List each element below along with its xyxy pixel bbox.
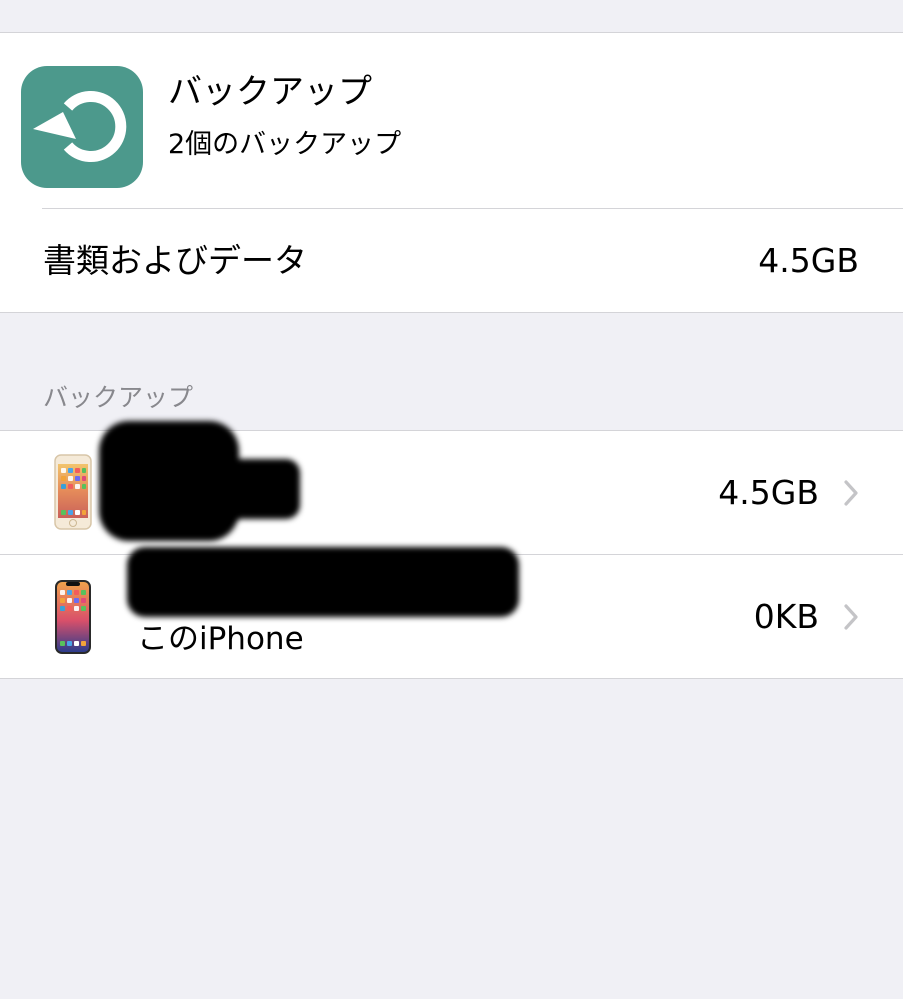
documents-data-label: 書類およびデータ (43, 241, 307, 280)
backup-count: 2個のバックアップ (168, 129, 402, 160)
chevron-right-icon (844, 604, 858, 630)
backup-title: バックアップ (168, 72, 372, 112)
documents-data-value: 4.5GB (758, 241, 859, 280)
iphone-gold-home-button-icon (54, 454, 92, 534)
backup-row-device-1[interactable]: 4.5GB (0, 421, 903, 553)
iphone-notch-icon (54, 579, 92, 659)
backup-device-name: このiPhone (137, 621, 304, 657)
backup-size: 4.5GB (718, 473, 819, 512)
backup-row-this-iphone[interactable]: このiPhone 0KB (0, 547, 903, 677)
chevron-right-icon (844, 480, 858, 506)
backup-size: 0KB (753, 597, 819, 636)
backup-summary-group: バックアップ 2個のバックアップ 書類およびデータ 4.5GB (0, 32, 903, 313)
backups-section-header: バックアップ (43, 383, 194, 412)
backups-list: 4.5GB このiPhone 0KB (0, 421, 903, 679)
redacted-device-name-extension (210, 459, 300, 519)
divider (42, 208, 903, 209)
redacted-device-model (127, 547, 519, 617)
backup-restore-icon (21, 66, 143, 188)
